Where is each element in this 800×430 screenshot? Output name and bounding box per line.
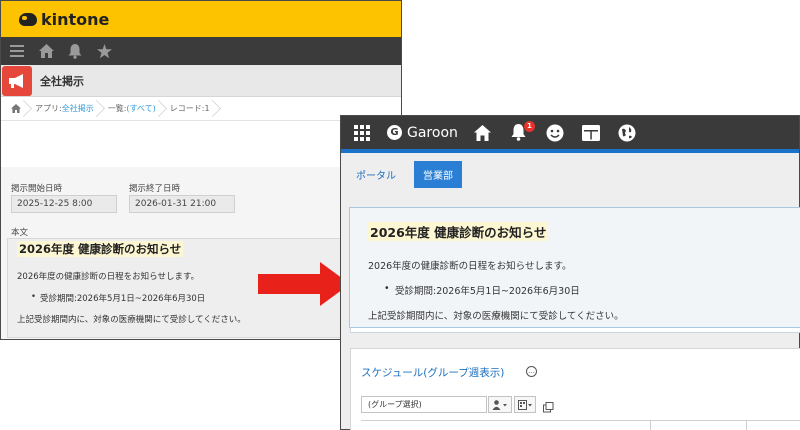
home-icon[interactable] <box>38 43 54 59</box>
breadcrumb-home[interactable] <box>5 97 29 121</box>
tab-sales-dept[interactable]: 営業部 <box>414 160 462 188</box>
garoon-notice-line1: 2026年度の健康診断の日程をお知らせします。 <box>368 261 572 272</box>
user-select-button[interactable] <box>488 396 512 413</box>
garoon-content: ポータル 営業部 2026年度 健康診断のお知らせ 2026年度の健康診断の日程… <box>340 115 800 430</box>
garoon-notice-line3: 上記受診期間内に、対象の医療機関にて受診してください。 <box>368 311 624 322</box>
kintone-notice-bullet: 受診期間:2026年5月1日~2026年6月30日 <box>40 294 206 304</box>
kintone-notice-title: 2026年度 健康診断のお知らせ <box>17 241 184 257</box>
app-title-bar: 全社掲示 <box>1 65 401 97</box>
garoon-notice-bullet: 受診期間:2026年5月1日~2026年6月30日 <box>395 286 580 297</box>
end-date-field: 2026-01-31 21:00 <box>129 195 235 213</box>
facility-dropdown-icon <box>517 399 532 410</box>
user-dropdown-icon <box>492 399 507 410</box>
group-select-dropdown[interactable]: (グループ選択) <box>361 396 487 413</box>
breadcrumb-view-prefix: 一覧: <box>107 104 127 113</box>
kintone-notice-line1: 2026年度の健康診断の日程をお知らせします。 <box>17 272 200 282</box>
start-date-field: 2025-12-25 8:00 <box>11 195 117 213</box>
schedule-grid-top <box>361 420 800 421</box>
garoon-notice-bullet-dot: • <box>384 283 390 294</box>
facility-select-button[interactable] <box>514 396 536 413</box>
megaphone-icon <box>2 65 32 96</box>
kintone-nav-bar <box>1 37 401 65</box>
schedule-grid-col <box>650 420 651 430</box>
kintone-notice-bullet-dot: • <box>31 292 37 302</box>
kintone-brand: kintone <box>41 9 110 29</box>
breadcrumb-record-label: レコード:1 <box>169 104 210 113</box>
breadcrumb-home-icon <box>11 104 21 113</box>
breadcrumb-app[interactable]: アプリ: 全社掲示 <box>29 97 102 121</box>
body-label: 本文 <box>11 228 29 238</box>
garoon-notice-title: 2026年度 健康診断のお知らせ <box>368 222 549 241</box>
kintone-logo-icon <box>19 12 37 26</box>
menu-icon[interactable] <box>9 43 25 59</box>
tab-portal[interactable]: ポータル <box>356 167 396 182</box>
breadcrumb-record: レコード:1 <box>164 97 218 121</box>
breadcrumb-app-link[interactable]: 全社掲示 <box>62 103 94 114</box>
notification-bell-icon[interactable] <box>67 43 83 59</box>
favorite-star-icon[interactable] <box>96 43 112 59</box>
breadcrumb-view[interactable]: 一覧: (すべて) <box>102 97 164 121</box>
schedule-portlet <box>350 348 800 430</box>
portal-tabs: ポータル 営業部 <box>340 152 800 196</box>
app-title: 全社掲示 <box>40 74 84 88</box>
kintone-header: kintone <box>1 1 401 37</box>
breadcrumb-app-prefix: アプリ: <box>35 104 62 113</box>
red-arrow-icon <box>258 274 322 294</box>
schedule-grid-col <box>746 420 747 430</box>
end-date-label: 掲示終了日時 <box>129 184 181 194</box>
kintone-notice-line3: 上記受診期間内に、対象の医療機関にて受診してください。 <box>17 315 246 325</box>
copy-icon[interactable] <box>543 398 554 417</box>
start-date-label: 掲示開始日時 <box>11 184 63 194</box>
breadcrumb-view-link[interactable]: (すべて) <box>126 103 155 114</box>
schedule-title-link[interactable]: スケジュール(グループ週表示) <box>361 365 504 380</box>
more-options-icon[interactable]: … <box>526 366 537 377</box>
